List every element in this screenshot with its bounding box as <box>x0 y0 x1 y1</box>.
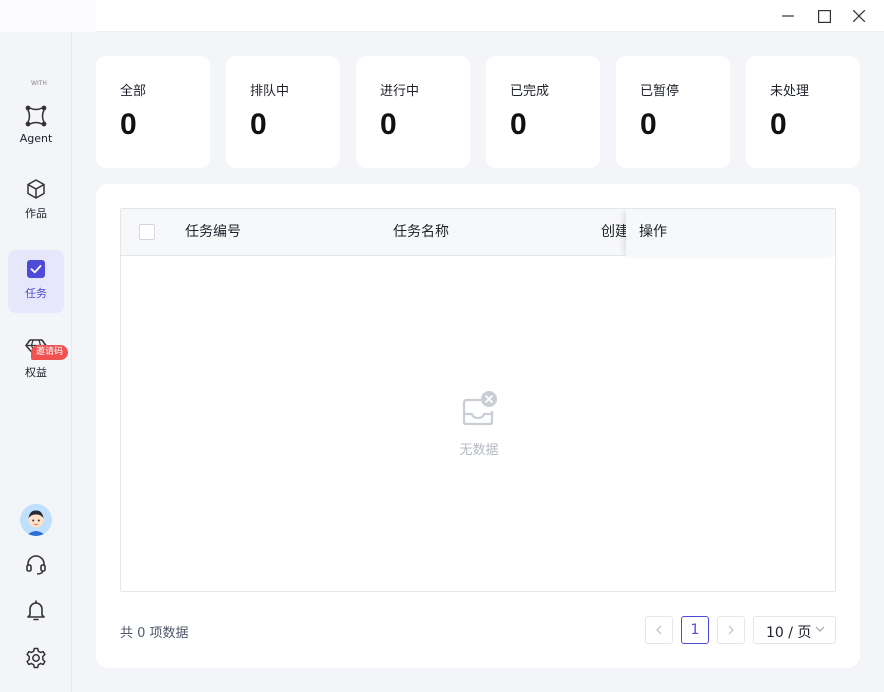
select-all-checkbox[interactable] <box>139 224 155 240</box>
chevron-right-icon <box>728 625 734 635</box>
sidebar-item-benefits[interactable]: 邀请码 权益 <box>8 329 69 392</box>
stat-value: 0 <box>640 108 657 141</box>
sidebar-item-label: 权益 <box>25 366 47 379</box>
empty-text: 无数据 <box>459 443 499 458</box>
cube-icon <box>24 177 48 201</box>
sidebar-item-label: Agent <box>19 132 53 145</box>
stat-label: 全部 <box>120 84 147 99</box>
title-bar-left-cap <box>0 0 96 32</box>
empty-inbox-icon <box>462 391 497 426</box>
sidebar: WITH Agent 作品 任务 邀请码 权益 <box>0 32 72 692</box>
prev-page-button[interactable] <box>645 616 673 644</box>
stat-value: 0 <box>770 108 787 141</box>
title-bar <box>0 0 884 32</box>
sidebar-item-label: 任务 <box>25 287 47 300</box>
page-button-current[interactable]: 1 <box>681 616 709 644</box>
total-count: 共 0 项数据 <box>120 626 189 641</box>
stat-value: 0 <box>510 108 527 141</box>
stat-card-unprocessed[interactable]: 未处理 0 <box>746 56 860 168</box>
stat-card-paused[interactable]: 已暂停 0 <box>616 56 730 168</box>
agent-nodes-icon <box>24 104 48 128</box>
avatar[interactable] <box>20 504 52 536</box>
page-size-value: 10 / 页 <box>766 625 812 641</box>
minimize-icon[interactable] <box>770 0 806 32</box>
page-size-select[interactable]: 10 / 页 <box>753 616 836 644</box>
checkbox-icon <box>24 257 48 281</box>
gear-icon[interactable] <box>24 646 48 670</box>
stat-card-queued[interactable]: 排队中 0 <box>226 56 340 168</box>
fixed-column-header: 操作 <box>626 209 835 256</box>
stat-value: 0 <box>380 108 397 141</box>
stat-card-all[interactable]: 全部 0 <box>96 56 210 168</box>
column-header-actions: 操作 <box>639 224 667 240</box>
chevron-left-icon <box>656 625 662 635</box>
column-header-created[interactable]: 创建 <box>601 209 629 256</box>
stat-card-completed[interactable]: 已完成 0 <box>486 56 600 168</box>
column-header-task-name[interactable]: 任务名称 <box>393 209 449 256</box>
task-panel: 任务编号 任务名称 创建 操作 无数据 共 0 项数据 1 10 / 页 <box>96 184 860 668</box>
stat-label: 进行中 <box>380 84 420 99</box>
stat-value: 0 <box>250 108 267 141</box>
bell-icon[interactable] <box>24 598 48 622</box>
stat-card-in-progress[interactable]: 进行中 0 <box>356 56 470 168</box>
chevron-down-icon <box>815 626 825 632</box>
next-page-button[interactable] <box>717 616 745 644</box>
stat-label: 已暂停 <box>640 84 680 99</box>
logo: WITH <box>31 80 47 87</box>
task-table: 任务编号 任务名称 创建 操作 无数据 <box>120 208 836 592</box>
stat-value: 0 <box>120 108 137 141</box>
sidebar-item-agent[interactable]: Agent <box>8 94 64 152</box>
stat-label: 未处理 <box>770 84 810 99</box>
invite-code-badge: 邀请码 <box>31 345 69 360</box>
column-header-task-id[interactable]: 任务编号 <box>185 209 241 256</box>
sidebar-item-label: 作品 <box>25 207 47 220</box>
stat-label: 排队中 <box>250 84 290 99</box>
sidebar-item-tasks[interactable]: 任务 <box>8 250 64 313</box>
headset-icon[interactable] <box>24 552 48 576</box>
sidebar-item-works[interactable]: 作品 <box>8 170 64 233</box>
close-icon[interactable] <box>841 0 877 32</box>
stat-label: 已完成 <box>510 84 550 99</box>
table-header: 任务编号 任务名称 创建 操作 <box>121 209 835 256</box>
maximize-icon[interactable] <box>806 0 842 32</box>
empty-state: 无数据 <box>121 389 835 458</box>
